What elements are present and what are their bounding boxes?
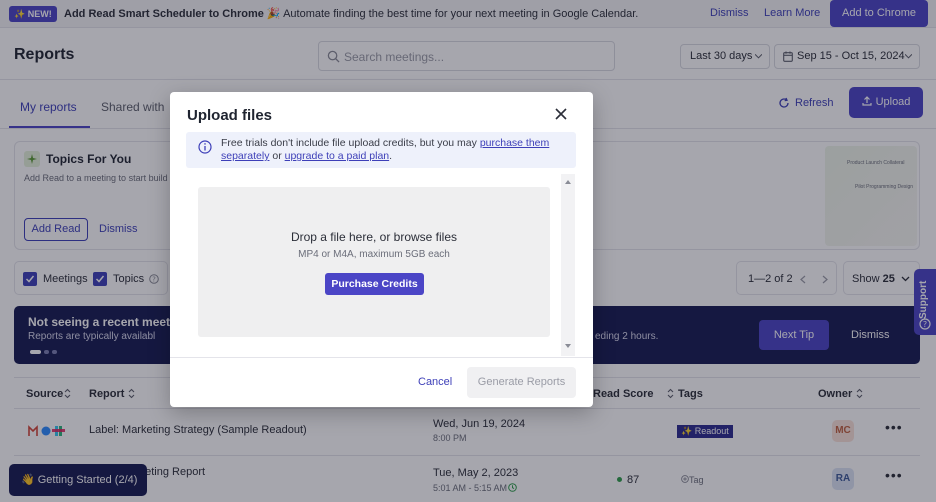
scroll-down-icon[interactable] <box>565 344 571 348</box>
upgrade-plan-link[interactable]: upgrade to a paid plan <box>285 150 390 162</box>
upload-files-dialog: Upload files Free trials don't include f… <box>170 92 593 407</box>
dropzone-title: Drop a file here, or browse files <box>290 230 458 244</box>
dialog-title: Upload files <box>187 107 273 124</box>
cancel-button[interactable]: Cancel <box>418 376 452 388</box>
file-dropzone[interactable]: Drop a file here, or browse files MP4 or… <box>198 187 550 337</box>
dialog-footer-divider <box>170 357 593 358</box>
scrollbar[interactable] <box>561 174 575 356</box>
info-text: Free trials don't include file upload cr… <box>221 137 550 162</box>
dialog-scroll-area: Drop a file here, or browse files MP4 or… <box>186 174 576 356</box>
dropzone-subtitle: MP4 or M4A, maximum 5GB each <box>298 249 450 260</box>
info-icon <box>198 140 212 154</box>
close-icon[interactable] <box>553 106 569 122</box>
scroll-up-icon[interactable] <box>565 180 571 184</box>
generate-reports-button[interactable]: Generate Reports <box>467 367 576 398</box>
info-notice: Free trials don't include file upload cr… <box>186 132 576 168</box>
purchase-credits-button[interactable]: Purchase Credits <box>325 273 424 295</box>
